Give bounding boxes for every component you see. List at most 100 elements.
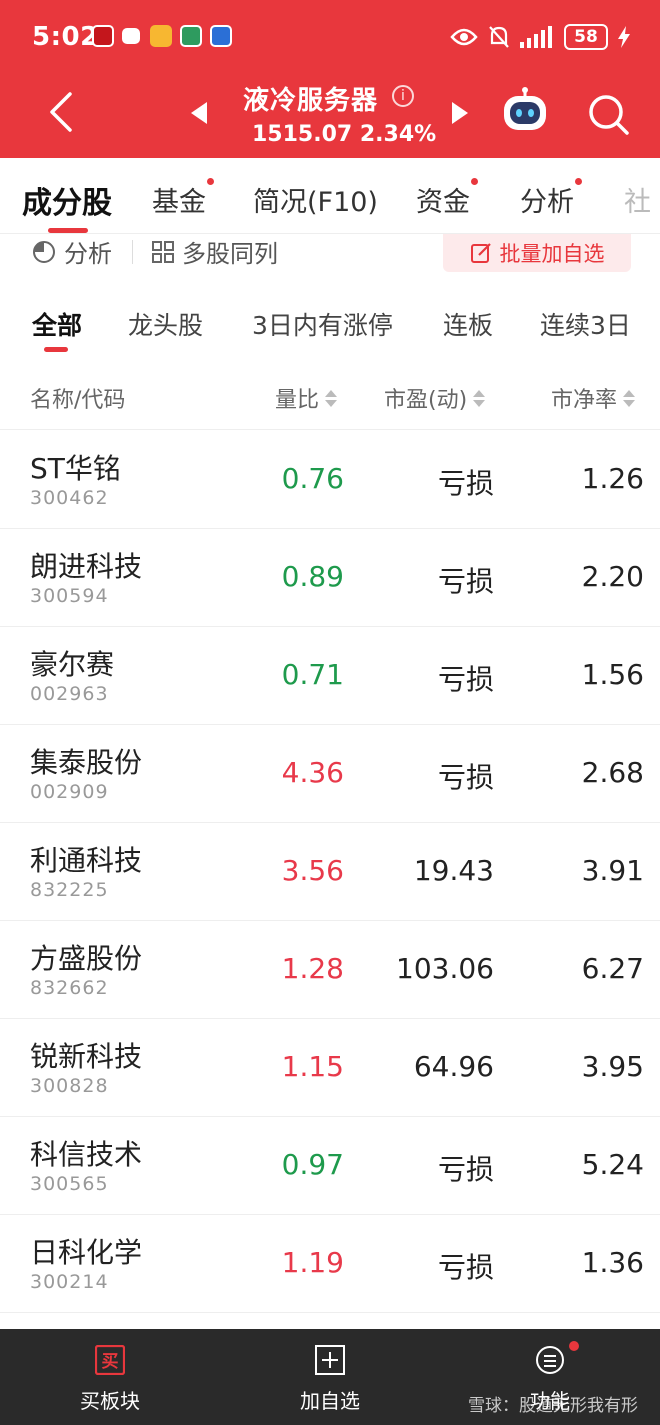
pb-ratio: 2.20 bbox=[581, 560, 644, 593]
buy-icon-char: 买 bbox=[102, 1352, 119, 1372]
notification-icon bbox=[122, 28, 140, 44]
stock-name: 锐新科技 bbox=[30, 1040, 143, 1073]
filter-leaders[interactable]: 龙头股 bbox=[128, 306, 203, 342]
tab-community[interactable]: 社 bbox=[624, 180, 651, 219]
filter-limit-up-3d[interactable]: 3日内有涨停 bbox=[252, 306, 393, 342]
table-row[interactable]: 利通科技 832225 3.56 19.43 3.91 bbox=[0, 823, 660, 921]
pb-ratio: 1.56 bbox=[581, 658, 644, 691]
multi-stock-button[interactable]: 多股同列 bbox=[152, 234, 278, 269]
robot-assistant-icon[interactable] bbox=[500, 86, 550, 136]
stock-code: 300214 bbox=[30, 1271, 109, 1293]
batch-add-watchlist-button[interactable]: 批量加自选 bbox=[443, 234, 631, 272]
signal-icon bbox=[520, 26, 552, 48]
table-row[interactable]: ST华铭 300462 0.76 亏损 1.26 bbox=[0, 431, 660, 529]
add-watchlist-button[interactable]: 加自选 bbox=[270, 1345, 390, 1414]
buy-sector-button[interactable]: 买 买板块 bbox=[50, 1345, 170, 1414]
table-row[interactable]: 方盛股份 832662 1.28 103.06 6.27 bbox=[0, 921, 660, 1019]
stock-code: 300828 bbox=[30, 1075, 109, 1097]
header: 5:02 58 液冷服务器 i 1515.07 2.34% bbox=[0, 0, 660, 158]
red-dot-badge bbox=[471, 178, 478, 185]
next-sector-icon[interactable] bbox=[452, 102, 468, 124]
notification-icon bbox=[180, 25, 202, 47]
column-volume-ratio[interactable]: 量比 bbox=[275, 382, 338, 414]
tab-label: 分析 bbox=[520, 187, 574, 218]
mute-icon bbox=[489, 26, 509, 48]
pie-chart-icon bbox=[33, 240, 55, 263]
column-pb[interactable]: 市净率 bbox=[551, 382, 636, 414]
back-arrow-icon[interactable] bbox=[42, 90, 82, 134]
stock-name: 利通科技 bbox=[30, 844, 143, 877]
red-dot-badge bbox=[207, 178, 214, 185]
stock-name: 朗进科技 bbox=[30, 550, 143, 583]
stock-name: 集泰股份 bbox=[30, 746, 143, 779]
volume-ratio: 1.28 bbox=[281, 952, 344, 985]
pe-ratio: 亏损 bbox=[437, 565, 494, 598]
pb-ratio: 6.27 bbox=[581, 952, 644, 985]
stock-code: 002909 bbox=[30, 781, 109, 803]
volume-ratio: 1.15 bbox=[281, 1050, 344, 1083]
stock-name: 日科化学 bbox=[30, 1236, 143, 1269]
sort-icon bbox=[473, 389, 486, 407]
stock-code: 002963 bbox=[30, 683, 109, 705]
notification-icon bbox=[92, 25, 114, 47]
table-row[interactable]: 锐新科技 300828 1.15 64.96 3.95 bbox=[0, 1019, 660, 1117]
prev-sector-icon[interactable] bbox=[191, 102, 207, 124]
tab-constituents[interactable]: 成分股 bbox=[22, 178, 112, 222]
column-label: 市盈(动) bbox=[384, 388, 468, 413]
tab-overview[interactable]: 简况(F10) bbox=[253, 180, 378, 219]
tab-analysis[interactable]: 分析 bbox=[520, 178, 582, 219]
tab-label: 基金 bbox=[152, 187, 206, 218]
tools-row: 分析 多股同列 批量加自选 bbox=[0, 234, 660, 280]
stock-name: 科信技术 bbox=[30, 1138, 143, 1171]
pe-ratio: 19.43 bbox=[413, 854, 494, 887]
search-icon[interactable] bbox=[586, 92, 630, 136]
pe-ratio: 亏损 bbox=[437, 467, 494, 500]
volume-ratio: 3.56 bbox=[281, 854, 344, 887]
filter-consecutive[interactable]: 连板 bbox=[443, 306, 493, 342]
pe-ratio: 亏损 bbox=[437, 1251, 494, 1284]
sort-icon bbox=[623, 389, 636, 407]
plus-square-icon bbox=[315, 1345, 345, 1375]
column-label: 量比 bbox=[275, 388, 320, 413]
table-row[interactable]: 日科化学 300214 1.19 亏损 1.36 bbox=[0, 1215, 660, 1313]
stock-name: 豪尔赛 bbox=[30, 648, 115, 681]
table-row[interactable]: 豪尔赛 002963 0.71 亏损 1.56 bbox=[0, 627, 660, 725]
page-title: 液冷服务器 bbox=[243, 86, 379, 116]
stock-code: 832225 bbox=[30, 879, 109, 901]
table-row[interactable]: 集泰股份 002909 4.36 亏损 2.68 bbox=[0, 725, 660, 823]
pe-ratio: 亏损 bbox=[437, 761, 494, 794]
notification-icon bbox=[210, 25, 232, 47]
table-row[interactable]: 科信技术 300565 0.97 亏损 5.24 bbox=[0, 1117, 660, 1215]
column-pe[interactable]: 市盈(动) bbox=[384, 382, 486, 414]
divider bbox=[132, 240, 133, 264]
red-dot-badge bbox=[569, 1341, 579, 1351]
tab-label: 社 bbox=[624, 187, 651, 218]
pe-ratio: 亏损 bbox=[437, 663, 494, 696]
tab-capital[interactable]: 资金 bbox=[416, 178, 478, 219]
pb-ratio: 2.68 bbox=[581, 756, 644, 789]
multi-stock-label: 多股同列 bbox=[182, 240, 278, 268]
analysis-button[interactable]: 分析 bbox=[32, 234, 112, 269]
column-label: 市净率 bbox=[551, 388, 618, 413]
pb-ratio: 1.36 bbox=[581, 1246, 644, 1279]
nav-bar: 液冷服务器 i 1515.07 2.34% bbox=[0, 72, 660, 158]
notification-icon bbox=[150, 25, 172, 47]
filter-3-days[interactable]: 连续3日 bbox=[540, 306, 631, 342]
stock-code: 300594 bbox=[30, 585, 109, 607]
volume-ratio: 4.36 bbox=[281, 756, 344, 789]
volume-ratio: 0.97 bbox=[281, 1148, 344, 1181]
add-watchlist-label: 加自选 bbox=[300, 1389, 360, 1413]
volume-ratio: 0.71 bbox=[281, 658, 344, 691]
table-row[interactable]: 朗进科技 300594 0.89 亏损 2.20 bbox=[0, 529, 660, 627]
stock-code: 832662 bbox=[30, 977, 109, 999]
volume-ratio: 1.19 bbox=[281, 1246, 344, 1279]
eye-icon bbox=[450, 28, 478, 46]
column-name: 名称/代码 bbox=[30, 382, 125, 414]
red-dot-badge bbox=[575, 178, 582, 185]
tab-funds[interactable]: 基金 bbox=[152, 178, 214, 219]
buy-icon: 买 bbox=[95, 1345, 125, 1375]
filter-all[interactable]: 全部 bbox=[32, 306, 82, 342]
stock-code: 300565 bbox=[30, 1173, 109, 1195]
info-icon[interactable]: i bbox=[392, 85, 414, 107]
pe-ratio: 103.06 bbox=[396, 952, 494, 985]
